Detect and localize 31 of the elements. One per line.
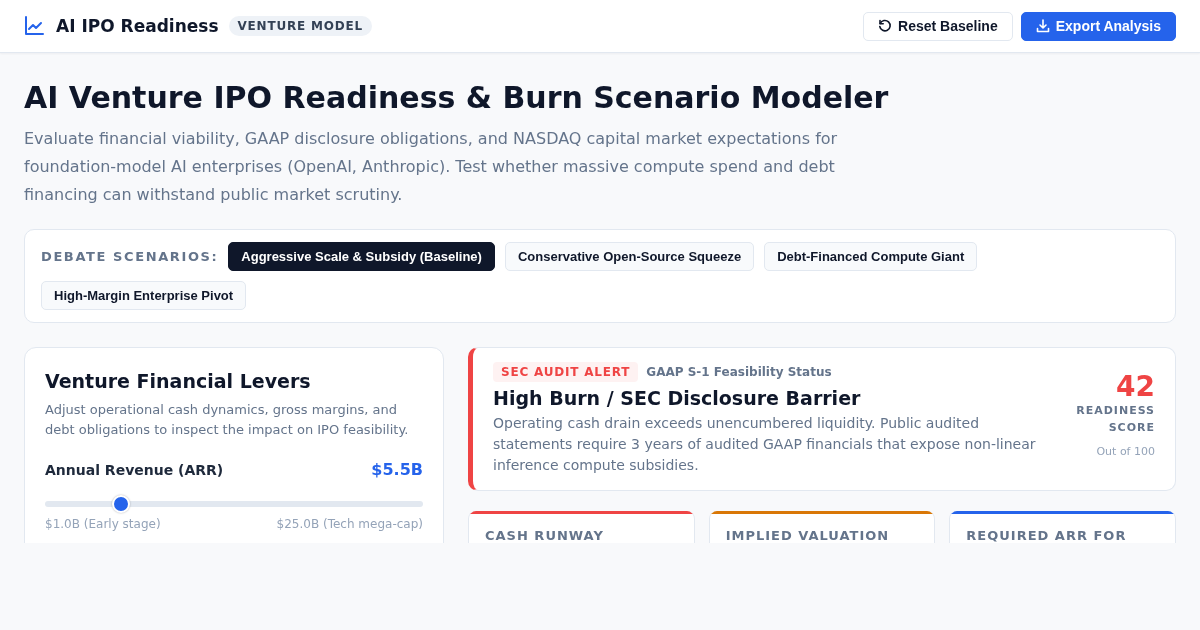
reset-icon xyxy=(878,19,893,33)
download-icon xyxy=(1035,19,1050,33)
status-title: High Burn / SEC Disclosure Barrier xyxy=(493,386,862,411)
scenario-button[interactable]: Aggressive Scale & Subsidy (Baseline) xyxy=(228,242,495,271)
slider-value: $5.5B xyxy=(371,460,423,479)
status-subtitle: GAAP S-1 Feasibility Status xyxy=(646,365,832,379)
page-title: AI Venture IPO Readiness & Burn Scenario Modeler xyxy=(24,79,890,117)
metric-label: REQUIRED ARR FOR xyxy=(965,527,1128,543)
reset-button[interactable]: Reset Baseline xyxy=(863,11,1013,41)
max-label: $25.0B (Tech mega-cap) xyxy=(276,517,423,531)
score-caption: Out of 100 xyxy=(1096,445,1155,458)
app-title: AI IPO Readiness xyxy=(56,16,219,36)
page-description: Evaluate financial viability, GAAP disclosure obligations, and NASDAQ capital market expectations for foundation-model AI enterprises (OpenAI, Anthropic). Test whether massive compute spend and debt financing can withstand public market scrutiny. xyxy=(24,128,839,206)
metric-label: IMPLIED VALUATION xyxy=(724,527,891,543)
alert-badge: SEC AUDIT ALERT xyxy=(493,362,639,382)
score-label: READINESS SCORE xyxy=(1075,403,1155,436)
scenario-button[interactable]: Debt-Financed Compute Giant xyxy=(764,242,978,271)
readiness-score: 42 xyxy=(1116,372,1155,402)
scenario-button[interactable]: Conservative Open-Source Squeeze xyxy=(504,242,755,271)
min-label: $1.0B (Early stage) xyxy=(45,517,161,531)
status-description: Operating cash drain exceeds unencumbered liquidity. Public audited statements require 3 years of audited GAAP financials that expose non-linear inference compute subsidies. xyxy=(493,414,1037,475)
export-button[interactable]: Export Analysis xyxy=(1020,11,1176,41)
model-badge: VENTURE MODEL xyxy=(228,16,372,36)
scenarios-label: DEBATE SCENARIOS: xyxy=(41,249,219,264)
card-title: Venture Financial Levers xyxy=(45,369,312,394)
card-description: Adjust operational cash dynamics, gross margins, and debt obligations to inspect the impact on IPO feasibility. xyxy=(45,401,410,439)
scenario-button[interactable]: High-Margin Enterprise Pivot xyxy=(41,281,247,310)
chart-icon xyxy=(24,16,44,36)
slider-label: Annual Revenue (ARR) xyxy=(45,461,224,478)
slider-thumb[interactable] xyxy=(111,495,130,513)
metric-label: CASH RUNWAY xyxy=(484,527,605,543)
